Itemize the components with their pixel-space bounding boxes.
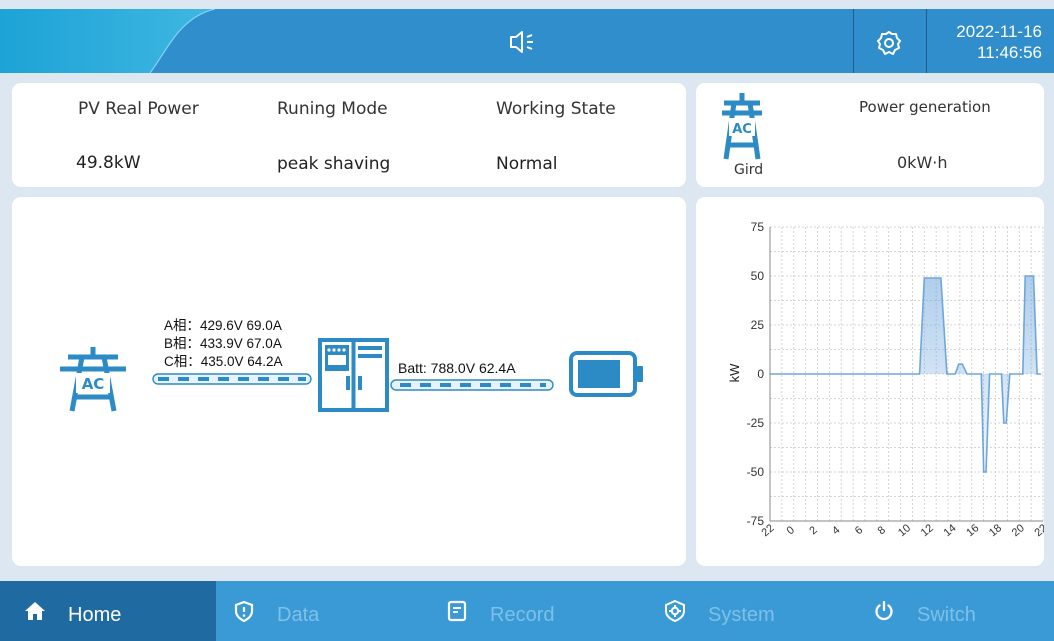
nav-record[interactable]: Record [446,581,554,641]
nav-home-label: Home [68,603,122,626]
data-point [1032,275,1035,277]
power-chart-card: 75 50 25 0 -25 -50 -75 22 0 2 4 6 8 10 12 14 16 18 20 22 kW [696,197,1044,566]
working-state-label: Working State [496,99,616,119]
nav-data-label: Data [277,603,320,626]
phase-b-reading: B相：433.9V 67.0A [164,336,282,351]
power-generation-label: Power generation [859,98,991,116]
x-tick-label: 0 [785,524,797,537]
phase-c-reading: C相：435.0V 64.2A [164,354,283,369]
y-tick-label: 25 [751,318,765,332]
x-tick-label: 10 [896,522,913,539]
speaker-mute-icon[interactable] [508,29,538,55]
time-text: 11:46:56 [977,43,1042,62]
nav-system[interactable]: System [664,581,775,641]
status-card: PV Real Power 49.8kW Runing Mode peak sh… [12,83,686,187]
x-tick-label: 4 [830,524,842,537]
nav-switch[interactable]: Switch [873,581,976,641]
x-tick-label: 12 [919,522,936,539]
working-state-value: Normal [496,154,558,174]
shield-icon [234,600,254,622]
grid-icon-text: AC [732,122,752,137]
y-axis-label: kW [727,363,742,383]
x-tick-label: 18 [987,522,1004,539]
y-tick-label: 0 [757,367,764,381]
bottom-nav: Home Data Record System Switch [0,581,1054,641]
y-tick-label: -50 [747,465,765,479]
home-icon [25,602,45,620]
nav-record-label: Record [490,603,555,626]
battery-icon [569,351,643,397]
y-tick-label: 75 [751,220,765,234]
data-point [966,373,968,375]
data-point [954,373,956,375]
data-point [1005,422,1007,424]
nav-data[interactable]: Data [233,581,319,641]
data-point [961,363,963,365]
x-tick-label: 8 [876,524,888,537]
document-icon [447,600,467,622]
y-tick-label: -75 [747,514,765,528]
data-point [1036,373,1038,375]
data-point [980,373,982,375]
battery-reading: Batt: 788.0V 62.4A [398,360,516,376]
power-icon [875,600,893,621]
nav-system-label: System [708,603,775,626]
x-tick-label: 16 [964,522,981,539]
inverter-cabinet-icon [318,338,389,412]
nav-switch-label: Switch [917,603,976,626]
nav-home[interactable]: Home [0,581,216,641]
data-point [958,363,960,365]
energy-flow-card: AC A相：429.6V 69.0A B相：433.9V 67.0A C相：43… [12,197,686,566]
grid-label: Gird [734,162,764,178]
gear-shield-icon [665,600,685,622]
header-divider [926,9,927,73]
battery-flow-line [390,379,554,391]
data-point [1009,373,1011,375]
running-mode-value: peak shaving [277,154,391,174]
x-tick-label: 14 [942,522,959,539]
header-wave-decoration [0,9,215,73]
header-divider [853,9,854,73]
phase-a-reading: A相：429.6V 69.0A [164,318,282,333]
date-text: 2022-11-16 [956,22,1042,41]
data-point [1000,373,1003,375]
power-generation-value: 0kW·h [897,153,948,172]
y-tick-label: 50 [751,269,765,283]
datetime: 2022-11-16 11:46:56 [956,21,1042,63]
grid-tower-icon: AC [722,93,762,160]
grid-icon-text: AC [82,375,105,393]
data-point [1024,275,1026,277]
data-point [918,373,921,375]
data-point [1040,373,1042,375]
data-point [940,277,942,279]
x-tick-label: 20 [1010,522,1027,539]
running-mode-label: Runing Mode [277,99,388,119]
pv-power-label: PV Real Power [78,99,199,119]
power-line-chart: 7550250-25-50-7522 0 2 4 6 8 10 12 14 16 18 20 22 kW [727,220,1044,539]
pv-power-value: 49.8kW [76,153,141,173]
grid-tower-icon: AC [60,347,126,412]
generation-card: AC Gird Power generation 0kW·h [696,83,1044,187]
data-point [946,373,948,375]
data-point [923,277,925,279]
x-tick-label: 6 [853,524,865,537]
gear-icon[interactable] [876,30,902,56]
data-point [1022,373,1024,375]
data-point [1003,422,1005,424]
data-point [988,373,991,375]
top-bar: 2022-11-16 11:46:56 [0,9,1054,73]
data-point [985,471,987,473]
x-tick-label: 22 [1033,522,1044,539]
series-line [770,275,1041,473]
data-point [983,471,985,473]
y-tick-label: -25 [747,416,765,430]
x-tick-label: 2 [807,524,819,537]
grid-flow-line [152,373,312,385]
